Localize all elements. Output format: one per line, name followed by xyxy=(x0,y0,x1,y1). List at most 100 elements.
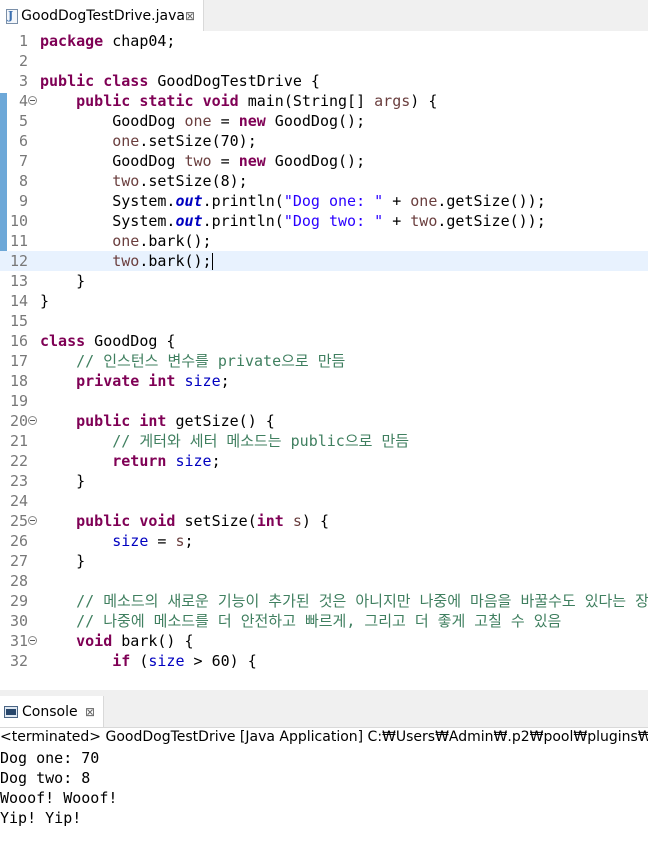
code-token: // 인스턴스 변수를 private으로 만듬 xyxy=(76,352,346,370)
console-output-line: Dog one: 70 xyxy=(0,749,100,767)
code-line[interactable]: 26 size = s; xyxy=(0,531,648,551)
code-text: // 게터와 세터 메소드는 public으로 만듬 xyxy=(40,431,409,451)
code-line[interactable]: 18 private int size; xyxy=(0,371,648,391)
code-token: } xyxy=(40,552,86,570)
line-number: 23 xyxy=(9,472,28,490)
code-line[interactable]: 25 public void setSize(int s) { xyxy=(0,511,648,531)
code-token: = xyxy=(211,112,239,130)
code-text: GoodDog two = new GoodDog(); xyxy=(40,151,365,171)
code-text: } xyxy=(40,551,85,571)
fold-toggle-icon[interactable] xyxy=(28,516,37,525)
code-text: one.setSize(70); xyxy=(40,131,257,151)
code-line[interactable]: 32 if (size > 60) { xyxy=(0,651,648,671)
fold-toggle-icon[interactable] xyxy=(28,636,37,645)
code-line[interactable]: 11 one.bark(); xyxy=(0,231,648,251)
line-number: 10 xyxy=(9,212,28,230)
code-text: private int size; xyxy=(40,371,230,391)
console-output[interactable]: Dog one: 70 Dog two: 8 Wooof! Wooof! Yip… xyxy=(0,748,648,828)
line-number: 26 xyxy=(9,532,28,550)
code-line[interactable]: 14} xyxy=(0,291,648,311)
code-token: one xyxy=(184,112,212,130)
editor-tab-label: GoodDogTestDrive.java xyxy=(21,7,185,24)
code-token: } xyxy=(40,292,50,310)
console-tab[interactable]: Console ⊠ xyxy=(0,696,104,727)
code-token: .bark(); xyxy=(139,252,212,270)
code-line[interactable]: 20 public int getSize() { xyxy=(0,411,648,431)
console-output-line: Wooof! Wooof! xyxy=(0,789,118,807)
code-line[interactable]: 24 xyxy=(0,491,648,511)
code-token: } xyxy=(40,272,86,290)
code-line[interactable]: 1 package chap04; xyxy=(0,31,648,51)
code-line[interactable]: 5 GoodDog one = new GoodDog(); xyxy=(0,111,648,131)
code-line[interactable]: 21 // 게터와 세터 메소드는 public으로 만듬 xyxy=(0,431,648,451)
code-line[interactable]: 7 GoodDog two = new GoodDog(); xyxy=(0,151,648,171)
code-token: two xyxy=(410,212,438,230)
code-token: + xyxy=(383,212,411,230)
line-number: 19 xyxy=(9,392,28,410)
code-token: int xyxy=(139,412,167,430)
code-text: // 메소드의 새로운 기능이 추가된 것은 아니지만 나중에 마음을 바꿀수도… xyxy=(40,591,648,611)
code-token: GoodDog { xyxy=(85,332,176,350)
code-line[interactable]: 6 one.setSize(70); xyxy=(0,131,648,151)
fold-toggle-icon[interactable] xyxy=(28,416,37,425)
code-text: if (size > 60) { xyxy=(40,651,257,671)
code-line[interactable]: 28 xyxy=(0,571,648,591)
code-text: public int getSize() { xyxy=(40,411,275,431)
code-token: getSize() { xyxy=(166,412,275,430)
code-token: private xyxy=(76,372,140,390)
close-icon[interactable]: ⊠ xyxy=(85,705,95,719)
code-token: "Dog one: " xyxy=(283,192,384,210)
code-line[interactable]: 13 } xyxy=(0,271,648,291)
code-token: chap04; xyxy=(103,32,176,50)
code-line[interactable]: 19 xyxy=(0,391,648,411)
code-line[interactable]: 31 void bark() { xyxy=(0,631,648,651)
console-output-line: Yip! Yip! xyxy=(0,809,82,827)
code-token: class xyxy=(103,72,149,90)
console-icon xyxy=(4,705,18,718)
code-line[interactable]: 30 // 나중에 메소드를 더 안전하고 빠르게, 그리고 더 좋게 고칠 수… xyxy=(0,611,648,631)
code-token: ; xyxy=(184,532,194,550)
code-token: public xyxy=(76,92,131,110)
close-icon[interactable]: ⊠ xyxy=(185,9,195,23)
code-line[interactable]: 29 // 메소드의 새로운 기능이 추가된 것은 아니지만 나중에 마음을 바… xyxy=(0,591,648,611)
code-token: package xyxy=(40,32,104,50)
code-token: s xyxy=(175,532,185,550)
code-token: .getSize()); xyxy=(437,212,546,230)
code-line[interactable]: 8 two.setSize(8); xyxy=(0,171,648,191)
code-token: GoodDog xyxy=(40,152,185,170)
code-token: GoodDogTestDrive { xyxy=(148,72,320,90)
code-line[interactable]: 15 xyxy=(0,311,648,331)
code-text: two.setSize(8); xyxy=(40,171,247,191)
code-text: public class GoodDogTestDrive { xyxy=(40,71,320,91)
line-number: 21 xyxy=(9,432,28,450)
code-line[interactable]: 4 public static void main(String[] args)… xyxy=(0,91,648,111)
code-text: } xyxy=(40,471,85,491)
code-editor[interactable]: 1 package chap04; 2 3 public class GoodDogTe… xyxy=(0,31,648,690)
code-line[interactable]: 22 return size; xyxy=(0,451,648,471)
code-token: System. xyxy=(40,212,176,230)
editor-tab-gooddogtestdrive[interactable]: J GoodDogTestDrive.java ⊠ xyxy=(0,0,204,31)
code-line[interactable]: 16 class GoodDog { xyxy=(0,331,648,351)
code-text: System.out.println("Dog two: " + two.get… xyxy=(40,211,546,231)
code-token: one xyxy=(112,132,140,150)
code-line[interactable]: 23 } xyxy=(0,471,648,491)
code-line[interactable]: 2 xyxy=(0,51,648,71)
code-line[interactable]: 9 System.out.println("Dog one: " + one.g… xyxy=(0,191,648,211)
code-token: // 게터와 세터 메소드는 public으로 만듬 xyxy=(112,432,410,450)
code-line[interactable]: 17 // 인스턴스 변수를 private으로 만듬 xyxy=(0,351,648,371)
line-number: 18 xyxy=(9,372,28,390)
code-line[interactable]: 10 System.out.println("Dog two: " + two.… xyxy=(0,211,648,231)
code-text: GoodDog one = new GoodDog(); xyxy=(40,111,365,131)
code-token: int xyxy=(256,512,284,530)
line-number: 24 xyxy=(9,492,28,510)
code-line[interactable]: 3 public class GoodDogTestDrive { xyxy=(0,71,648,91)
code-line[interactable]: 27 } xyxy=(0,551,648,571)
code-line[interactable]: 12 two.bark(); xyxy=(0,251,648,271)
fold-toggle-icon[interactable] xyxy=(28,96,37,105)
